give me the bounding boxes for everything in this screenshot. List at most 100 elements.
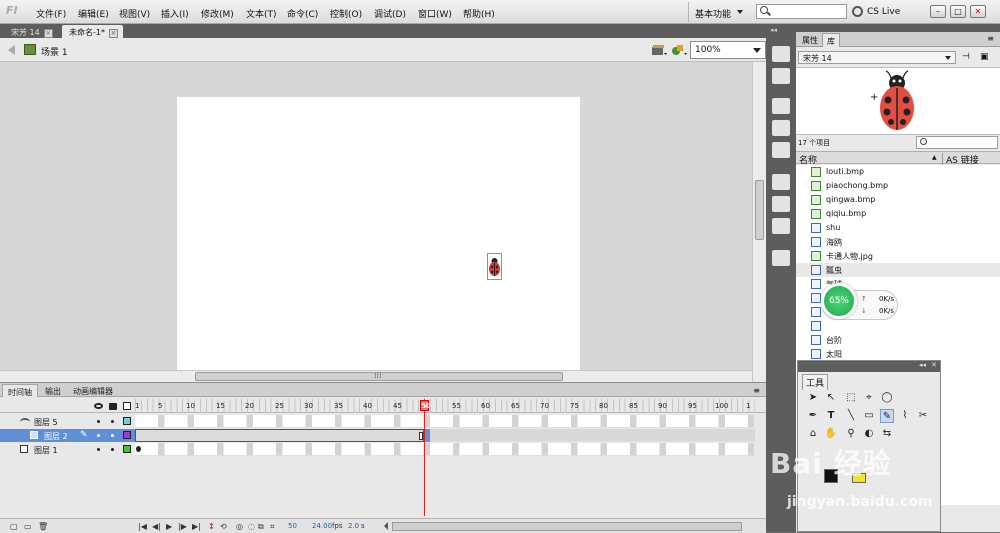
keyframe-dot[interactable]: [136, 446, 141, 452]
align-icon[interactable]: [772, 98, 790, 114]
onion-outline-icon[interactable]: ◌: [248, 522, 255, 531]
close-icon[interactable]: ×: [108, 29, 118, 38]
brush-tool-icon[interactable]: ⌇: [898, 409, 912, 423]
doc-tab-songfang[interactable]: 宋芳 14 ×: [4, 25, 58, 38]
timeline-scrollbar[interactable]: [392, 522, 742, 531]
tab-motion-editor[interactable]: 动画编辑器: [68, 384, 118, 397]
play-icon[interactable]: ▶: [166, 522, 172, 531]
menu-file[interactable]: 文件(F): [36, 7, 66, 20]
layer-row[interactable]: 图层 5: [0, 415, 135, 428]
layer-name[interactable]: 图层 5: [34, 417, 58, 428]
scroll-thumb[interactable]: ⁞⁞⁞: [195, 371, 563, 381]
lock-dot[interactable]: [111, 448, 114, 451]
motion-presets-icon[interactable]: [772, 218, 790, 234]
stage-horizontal-scrollbar[interactable]: ⁞⁞⁞: [0, 370, 752, 382]
edit-scene-icon[interactable]: [650, 42, 668, 58]
bone-tool-icon[interactable]: ⌂: [806, 427, 820, 441]
last-frame-icon[interactable]: ▶|: [192, 522, 201, 531]
text-tool-icon[interactable]: T: [824, 409, 838, 423]
tab-timeline[interactable]: 时间轴: [2, 384, 38, 397]
tools-titlebar[interactable]: ◂◂ ✕: [798, 361, 940, 372]
visibility-dot[interactable]: [97, 448, 100, 451]
visibility-dot[interactable]: [97, 420, 100, 423]
maximize-button[interactable]: □: [950, 5, 966, 18]
panel-menu-icon[interactable]: ≡: [987, 34, 994, 43]
frame-ruler[interactable]: 1 5 10 15 20 25 30 35 40 45 50 55 60 65 …: [135, 399, 755, 413]
next-frame-icon[interactable]: |▶: [178, 522, 187, 531]
library-item-selected[interactable]: 瓢虫: [796, 263, 1000, 277]
menu-edit[interactable]: 编辑(E): [78, 7, 109, 20]
menu-debug[interactable]: 调试(D): [374, 7, 406, 20]
onion-skin-icon[interactable]: ◎: [236, 522, 243, 531]
doc-tab-untitled[interactable]: 未命名-1* ×: [62, 25, 123, 38]
layer-color-swatch[interactable]: [123, 417, 131, 425]
selection-tool-icon[interactable]: ➤: [806, 391, 820, 405]
lasso-tool-icon[interactable]: ◯: [880, 391, 894, 405]
info-icon[interactable]: [772, 120, 790, 136]
tween-span[interactable]: [135, 429, 424, 442]
scroll-thumb[interactable]: [755, 180, 764, 240]
close-icon[interactable]: ×: [43, 29, 53, 38]
minimize-button[interactable]: –: [930, 5, 946, 18]
menu-window[interactable]: 窗口(W): [418, 7, 452, 20]
zoom-tool-icon[interactable]: ⚲: [844, 427, 858, 441]
layer-name[interactable]: 图层 1: [34, 445, 58, 456]
library-item[interactable]: shu: [796, 221, 1000, 235]
library-item[interactable]: qingwa.bmp: [796, 193, 1000, 207]
pin-icon[interactable]: ⊣: [962, 52, 970, 62]
library-item[interactable]: 台阶: [796, 333, 1000, 347]
layer-row[interactable]: 图层 1: [0, 443, 135, 456]
visibility-dot[interactable]: [97, 434, 100, 437]
swatches-icon[interactable]: [772, 68, 790, 84]
3d-rotation-tool-icon[interactable]: ⌖: [862, 391, 876, 405]
layer-row-selected[interactable]: 图层 2 ✎: [0, 429, 135, 442]
delete-layer-icon[interactable]: 🗑: [38, 522, 48, 531]
menu-view[interactable]: 视图(V): [119, 7, 150, 20]
tab-properties[interactable]: 属性: [798, 33, 822, 47]
swap-colors-icon[interactable]: ⇆: [880, 427, 894, 441]
workspace-switcher[interactable]: 基本功能: [688, 2, 750, 22]
frames-row[interactable]: [135, 443, 755, 456]
first-frame-icon[interactable]: |◀: [138, 522, 147, 531]
library-item[interactable]: piaochong.bmp: [796, 179, 1000, 193]
layer-name[interactable]: 图层 2: [44, 431, 68, 442]
library-item[interactable]: 太阳: [796, 347, 1000, 361]
center-frame-icon[interactable]: ↕: [208, 522, 215, 531]
close-button[interactable]: ✕: [970, 5, 986, 18]
outline-icon[interactable]: [123, 402, 131, 410]
components-icon[interactable]: [772, 196, 790, 212]
menu-commands[interactable]: 命令(C): [287, 7, 318, 20]
keyframe-end[interactable]: [419, 432, 423, 440]
frames-row-selected[interactable]: [135, 429, 755, 442]
lock-icon[interactable]: [109, 403, 117, 410]
edit-multiple-icon[interactable]: ⧉: [258, 522, 264, 532]
lock-dot[interactable]: [111, 420, 114, 423]
current-frame[interactable]: 50: [288, 522, 297, 530]
code-snippets-icon[interactable]: [772, 174, 790, 190]
paint-bucket-tool-icon[interactable]: ◐: [862, 427, 876, 441]
stage-vertical-scrollbar[interactable]: [752, 62, 766, 382]
library-item[interactable]: 卡通人物.jpg: [796, 249, 1000, 263]
sort-icon[interactable]: ▲: [932, 154, 937, 161]
ladybug-symbol-instance[interactable]: [487, 253, 502, 280]
layer-color-swatch[interactable]: [123, 445, 131, 453]
frames-row[interactable]: [135, 415, 755, 428]
collapse-icon[interactable]: ◂◂: [919, 361, 926, 369]
eye-icon[interactable]: [94, 403, 103, 409]
edit-symbols-icon[interactable]: [670, 42, 688, 58]
subselection-tool-icon[interactable]: ↖: [824, 391, 838, 405]
pen-tool-icon[interactable]: ✒: [806, 409, 820, 423]
zoom-select[interactable]: 100%: [690, 41, 766, 59]
deco-tool-icon[interactable]: ✂: [916, 409, 930, 423]
cs-live-button[interactable]: CS Live: [852, 6, 924, 19]
free-transform-tool-icon[interactable]: ⬚: [844, 391, 858, 405]
line-tool-icon[interactable]: ╲: [844, 409, 858, 423]
menu-help[interactable]: 帮助(H): [463, 7, 495, 20]
transform-icon[interactable]: [772, 142, 790, 158]
layer-color-swatch[interactable]: [123, 431, 131, 439]
panel-titlebar[interactable]: [796, 24, 1000, 32]
menu-text[interactable]: 文本(T): [246, 7, 277, 20]
flash-app-icon[interactable]: Fl: [6, 4, 20, 19]
hand-tool-icon[interactable]: ✋: [824, 427, 838, 441]
new-folder-icon[interactable]: ▭: [24, 522, 32, 531]
